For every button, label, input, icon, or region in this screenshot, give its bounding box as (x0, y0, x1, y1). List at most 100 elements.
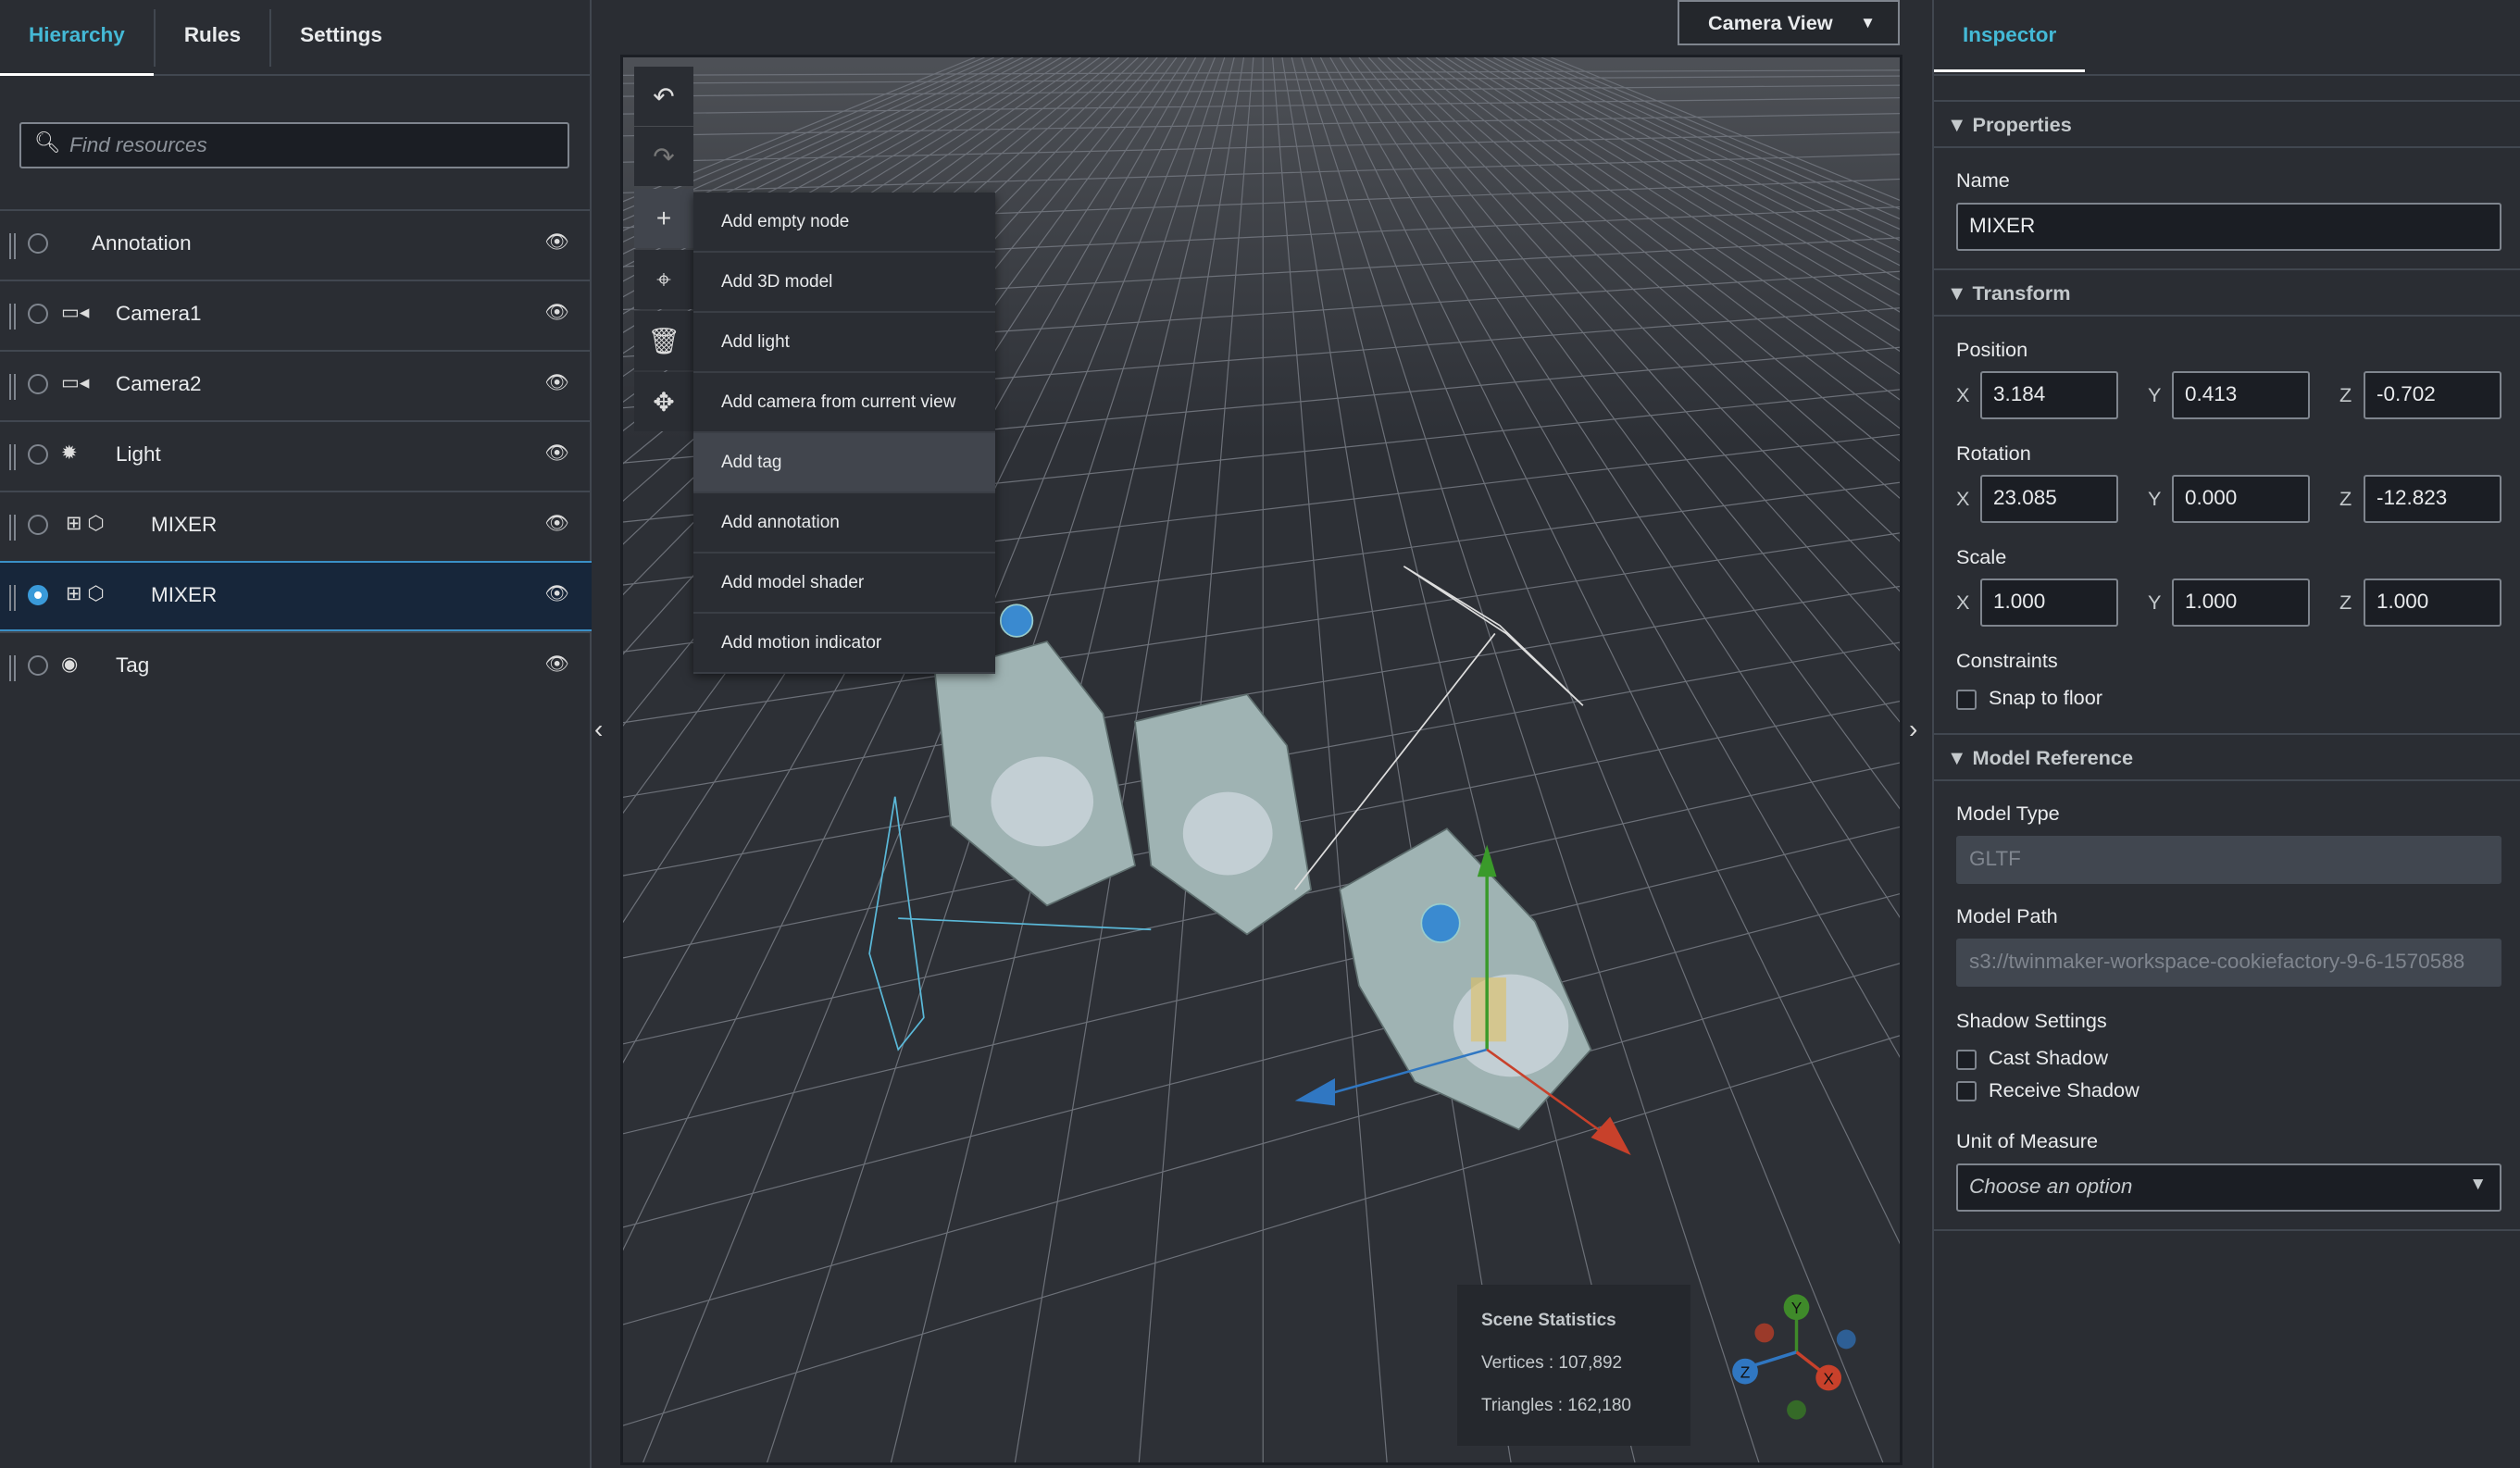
tag-marker[interactable] (999, 603, 1034, 638)
snap-to-floor-label: Snap to floor (1989, 686, 2102, 709)
model-reference-title: Model Reference (1972, 746, 2134, 769)
mixer-model-2[interactable] (1134, 693, 1313, 936)
model-path-label: Model Path (1956, 904, 2058, 927)
menu-item[interactable]: Add empty node (693, 193, 995, 253)
visibility-eye-icon[interactable]: 👁︎ (544, 513, 569, 535)
mixer-model-1[interactable] (934, 641, 1136, 907)
drag-handle[interactable] (9, 374, 16, 400)
receive-shadow-checkbox[interactable] (1956, 1081, 1977, 1101)
select-radio[interactable] (28, 585, 48, 605)
menu-item[interactable]: Add light (693, 313, 995, 373)
item-label: MIXER (151, 513, 218, 536)
visibility-eye-icon[interactable]: 👁︎ (544, 653, 569, 676)
drag-handle[interactable] (9, 655, 16, 681)
name-label: Name (1956, 168, 2010, 192)
drag-handle[interactable] (9, 444, 16, 470)
scale-x-input[interactable]: 1.000 (1980, 578, 2118, 627)
rotation-z-input[interactable]: -12.823 (2364, 475, 2501, 523)
hierarchy-item[interactable]: Annotation 👁︎ (0, 209, 592, 280)
rotation-y-input[interactable]: 0.000 (2172, 475, 2310, 523)
position-y-input[interactable]: 0.413 (2172, 371, 2310, 419)
position-x-input[interactable]: 3.184 (1980, 371, 2118, 419)
visibility-eye-icon[interactable]: 👁︎ (544, 372, 569, 394)
tab-inspector[interactable]: Inspector (1934, 0, 2086, 72)
scale-y-input[interactable]: 1.000 (2172, 578, 2310, 627)
item-label: Camera1 (116, 302, 202, 325)
camera-view-dropdown[interactable]: Camera View ▼ (1678, 0, 1900, 45)
visibility-eye-icon[interactable]: 👁︎ (544, 302, 569, 324)
camera1-frustum[interactable] (868, 796, 925, 1051)
x-arrow[interactable] (1591, 1116, 1631, 1156)
snap-to-floor-checkbox[interactable] (1956, 690, 1977, 710)
unit-placeholder: Choose an option (1969, 1175, 2133, 1198)
mixer-model-selected[interactable] (1339, 827, 1592, 1131)
hierarchy-item[interactable]: ◉ Tag 👁︎ (0, 631, 592, 702)
redo-button[interactable]: ↷ (634, 127, 693, 186)
select-radio[interactable] (28, 444, 48, 465)
axis-label: Z (2339, 591, 2352, 614)
properties-title: Properties (1972, 113, 2072, 136)
select-radio[interactable] (28, 515, 48, 535)
properties-section-header[interactable]: ▼ Properties (1934, 100, 2520, 148)
rotation-x-input[interactable]: 23.085 (1980, 475, 2118, 523)
axis-label: Y (2148, 487, 2162, 510)
transform-title: Transform (1972, 281, 2071, 305)
constraints-label: Constraints (1956, 649, 2058, 672)
select-radio[interactable] (28, 655, 48, 676)
menu-item[interactable]: Add motion indicator (693, 614, 995, 674)
y-arrow[interactable] (1477, 844, 1497, 877)
camera-icon: ▭◂ (61, 372, 90, 393)
delete-icon[interactable]: 🗑︎ (634, 311, 693, 370)
select-radio[interactable] (28, 233, 48, 254)
expand-icon: ▼ (1947, 281, 1967, 305)
move-icon[interactable]: ✥ (634, 372, 693, 431)
orientation-gizmo[interactable]: Y Z X (1732, 1285, 1861, 1429)
hierarchy-item[interactable]: ▭◂ Camera2 👁︎ (0, 350, 592, 420)
add-button[interactable]: + (634, 189, 693, 248)
drag-handle[interactable] (9, 585, 16, 611)
gizmo-y-label: Y (1791, 1299, 1803, 1317)
menu-item[interactable]: Add tag (693, 433, 995, 493)
visibility-eye-icon[interactable]: 👁︎ (544, 583, 569, 605)
tab-settings[interactable]: Settings (269, 9, 411, 67)
unit-of-measure-select[interactable]: Choose an option ▼ (1956, 1163, 2501, 1212)
menu-item[interactable]: Add camera from current view (693, 373, 995, 433)
transform-section-header[interactable]: ▼ Transform (1934, 268, 2520, 317)
item-label: Light (116, 442, 161, 466)
z-arrow[interactable] (1294, 1078, 1335, 1106)
menu-item[interactable]: Add annotation (693, 493, 995, 554)
hierarchy-item[interactable]: ⊞ ⬡ MIXER 👁︎ (0, 491, 592, 561)
cast-shadow-checkbox[interactable] (1956, 1050, 1977, 1070)
3d-viewport[interactable]: ↶ ↷ + ⌖ 🗑︎ ✥ Add empty node Add 3D model A… (620, 55, 1902, 1465)
collapse-right-button[interactable]: › (1909, 715, 1917, 744)
collapse-left-button[interactable]: ‹ (594, 715, 603, 744)
scale-z-input[interactable]: 1.000 (2364, 578, 2501, 627)
tab-hierarchy[interactable]: Hierarchy (0, 0, 154, 76)
visibility-eye-icon[interactable]: 👁︎ (544, 442, 569, 465)
item-label: MIXER (151, 583, 218, 606)
tag-icon: ◉ (61, 653, 79, 675)
add-menu: Add empty node Add 3D model Add light Add c… (693, 193, 995, 674)
model-reference-section-header[interactable]: ▼ Model Reference (1934, 733, 2520, 781)
menu-item[interactable]: Add 3D model (693, 253, 995, 313)
hierarchy-item[interactable]: ⊞ ⬡ MIXER 👁︎ (0, 561, 592, 631)
undo-button[interactable]: ↶ (634, 67, 693, 126)
cast-shadow-label: Cast Shadow (1989, 1046, 2108, 1069)
shadow-settings-label: Shadow Settings (1956, 1009, 2107, 1032)
menu-item[interactable]: Add model shader (693, 554, 995, 614)
name-input[interactable]: MIXER (1956, 203, 2501, 251)
tag-marker-2[interactable] (1420, 902, 1461, 943)
visibility-eye-icon[interactable]: 👁︎ (544, 231, 569, 254)
drag-handle[interactable] (9, 233, 16, 259)
tab-rules[interactable]: Rules (153, 9, 269, 67)
position-z-input[interactable]: -0.702 (2364, 371, 2501, 419)
hierarchy-item[interactable]: ✹ Light 👁︎ (0, 420, 592, 491)
drag-handle[interactable] (9, 515, 16, 541)
select-radio[interactable] (28, 304, 48, 324)
grid-line (623, 963, 1900, 1325)
transform-icon[interactable]: ⌖ (634, 250, 693, 309)
select-radio[interactable] (28, 374, 48, 394)
search-input[interactable]: 🔍︎ Find resources (19, 122, 569, 168)
drag-handle[interactable] (9, 304, 16, 330)
hierarchy-item[interactable]: ▭◂ Camera1 👁︎ (0, 280, 592, 350)
